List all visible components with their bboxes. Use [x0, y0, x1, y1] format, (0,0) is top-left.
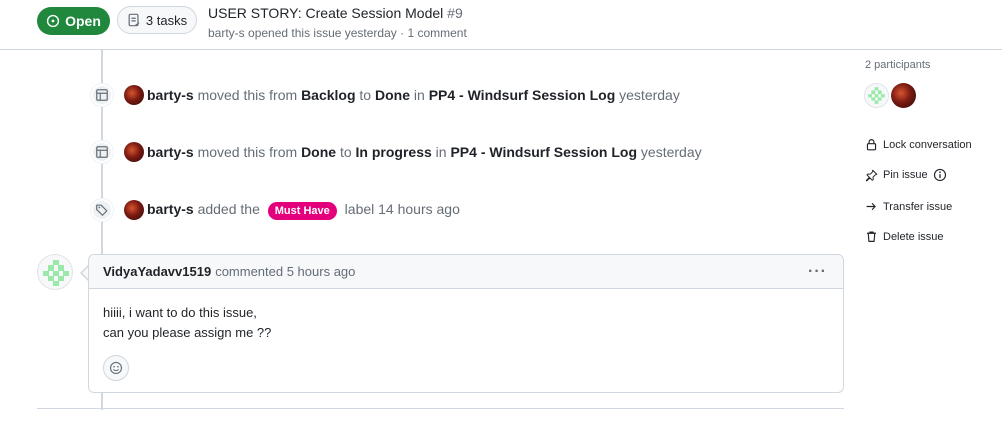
title-block: USER STORY: Create Session Model #9 bart… [208, 5, 467, 40]
timeline-event: barty-s moved this from Done to In progr… [91, 140, 702, 164]
comment-line: hiiii, i want to do this issue, [103, 305, 257, 320]
event-text-part: label 14 hours ago [340, 200, 460, 217]
transfer-label: Transfer issue [883, 200, 953, 213]
delete-label: Delete issue [883, 230, 944, 243]
issue-open-icon [46, 14, 60, 28]
tasks-label: 3 tasks [145, 12, 188, 28]
column-from: Done [301, 144, 337, 160]
avatar[interactable] [124, 142, 144, 162]
event-time[interactable]: yesterday [637, 144, 702, 160]
comment-body: hiiii, i want to do this issue, can you … [89, 289, 843, 343]
lock-conversation-button[interactable]: Lock conversation [865, 138, 972, 151]
issue-meta-text: opened this issue yesterday · 1 comment [244, 26, 467, 40]
trash-icon [867, 231, 876, 242]
status-badge: Open [37, 7, 110, 35]
tag-icon [91, 199, 113, 221]
participant-avatar[interactable] [891, 83, 916, 108]
pin-icon [865, 169, 878, 181]
comment-box: VidyaYadavv1519 commented 5 hours ago ··… [88, 254, 844, 393]
event-text-part: to [336, 144, 356, 160]
info-icon[interactable] [933, 168, 947, 182]
event-text-part: moved this from [193, 144, 302, 160]
divider [37, 408, 844, 409]
comment-header: VidyaYadavv1519 commented 5 hours ago ··… [89, 255, 843, 289]
transfer-issue-button[interactable]: Transfer issue [865, 200, 952, 213]
project-link[interactable]: PP4 - Windsurf Session Log [429, 87, 616, 103]
project-icon [91, 84, 113, 106]
actor-link[interactable]: barty-s [147, 87, 194, 103]
event-text: barty-s added the Must Have label 14 hou… [147, 201, 460, 220]
column-to: Done [375, 87, 410, 103]
issue-title: USER STORY: Create Session Model #9 [208, 5, 467, 21]
lock-icon [866, 139, 877, 151]
label-must-have[interactable]: Must Have [267, 201, 337, 220]
event-text: barty-s moved this from Backlog to Done … [147, 87, 680, 103]
actor-link[interactable]: barty-s [147, 201, 194, 217]
kebab-menu-icon[interactable]: ··· [808, 263, 827, 281]
delete-issue-button[interactable]: Delete issue [865, 230, 944, 243]
avatar[interactable] [124, 85, 144, 105]
checklist-icon [128, 13, 140, 27]
participants-list [864, 83, 916, 108]
add-reaction-button[interactable] [103, 355, 129, 381]
issue-number: #9 [447, 5, 463, 21]
participant-avatar[interactable] [864, 83, 889, 108]
comment-author-link[interactable]: VidyaYadavv1519 [103, 264, 211, 279]
participants-label: 2 participants [865, 59, 931, 71]
smiley-icon [109, 361, 123, 375]
issue-header: Open 3 tasks USER STORY: Create Session … [0, 0, 1002, 50]
pin-issue-button[interactable]: Pin issue [865, 168, 947, 182]
identicon-icon [43, 260, 69, 286]
issue-meta: barty-s opened this issue yesterday · 1 … [208, 26, 467, 40]
comment-line: can you please assign me ?? [103, 325, 272, 340]
issue-author-link[interactable]: barty-s [208, 26, 245, 40]
timeline-event: barty-s added the Must Have label 14 hou… [91, 198, 460, 222]
commenter-avatar[interactable] [37, 254, 73, 290]
event-text-part: in [431, 144, 451, 160]
event-time[interactable]: yesterday [615, 87, 680, 103]
column-from: Backlog [301, 87, 356, 103]
comment-meta[interactable]: commented 5 hours ago [215, 264, 355, 279]
column-to: In progress [355, 144, 432, 160]
arrow-right-icon [866, 203, 876, 210]
timeline-event: barty-s moved this from Backlog to Done … [91, 83, 680, 107]
pin-label: Pin issue [883, 169, 928, 181]
issue-title-text: USER STORY: Create Session Model [208, 5, 444, 21]
identicon-icon [868, 87, 885, 104]
status-label: Open [65, 13, 101, 29]
event-text-part: to [355, 87, 375, 103]
event-text: barty-s moved this from Done to In progr… [147, 144, 702, 160]
project-link[interactable]: PP4 - Windsurf Session Log [450, 144, 637, 160]
avatar[interactable] [124, 200, 144, 220]
event-text-part: added the [193, 200, 264, 217]
actor-link[interactable]: barty-s [147, 144, 194, 160]
event-text-part: in [410, 87, 429, 103]
project-icon [91, 141, 113, 163]
tasks-button[interactable]: 3 tasks [117, 6, 197, 34]
lock-label: Lock conversation [883, 138, 972, 151]
event-text-part: moved this from [193, 87, 302, 103]
